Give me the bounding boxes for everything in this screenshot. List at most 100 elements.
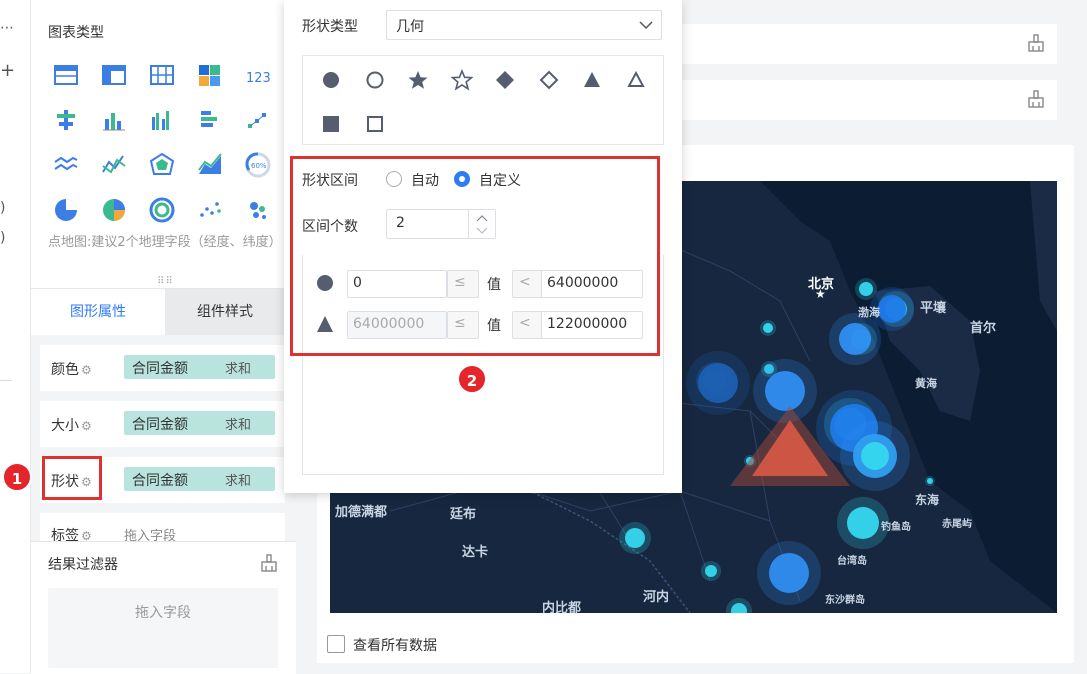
- clear-broom-icon[interactable]: [1027, 90, 1045, 112]
- map-point-circle[interactable]: [769, 553, 809, 593]
- clear-broom-icon[interactable]: [260, 554, 278, 576]
- map-point-circle[interactable]: [839, 323, 871, 355]
- detail-table-icon[interactable]: [149, 62, 175, 88]
- svg-text:123: 123: [246, 71, 271, 86]
- attribute-list: 颜色 ⚙ 合同金额 求和 大小 ⚙ 合同金额 求和 形状 ⚙ 合同金额 求和 标签 ⚙ …: [31, 335, 285, 541]
- map-label-bohai: 渤海: [858, 306, 880, 319]
- map-label-kathmandu: 加德满都: [335, 505, 388, 520]
- filled-triangle-icon[interactable]: [581, 69, 603, 91]
- map-point-circle[interactable]: [731, 603, 747, 613]
- map-point-circle[interactable]: [698, 363, 738, 403]
- property-tabs: 图形属性 组件样式: [31, 289, 285, 335]
- map-label-dhaka: 达卡: [462, 545, 489, 560]
- map-point-circle[interactable]: [705, 565, 717, 577]
- map-point-circle[interactable]: [625, 528, 645, 548]
- hollow-circle-icon[interactable]: [364, 69, 386, 91]
- gauge-icon[interactable]: 60%: [245, 152, 271, 178]
- map-point-circle[interactable]: [861, 442, 889, 470]
- stacked-horizontal-bar-icon[interactable]: [197, 107, 223, 133]
- add-icon[interactable]: +: [0, 60, 15, 81]
- pill-aggregation[interactable]: 求和: [225, 470, 251, 489]
- clear-broom-icon[interactable]: [1027, 34, 1045, 56]
- area-line-icon[interactable]: [53, 152, 79, 178]
- checkbox-box[interactable]: [327, 635, 345, 653]
- hollow-triangle-icon[interactable]: [625, 69, 647, 91]
- hollow-diamond-icon[interactable]: [538, 69, 560, 91]
- resize-grip-icon[interactable]: ⠿⠿: [157, 276, 174, 287]
- map-label-pingrang: 平壤: [920, 301, 947, 316]
- number-card-icon[interactable]: 123: [245, 62, 271, 88]
- annotation-box-2: [290, 156, 660, 356]
- view-all-label: 查看所有数据: [353, 638, 437, 654]
- map-point-circle[interactable]: [859, 282, 873, 296]
- paren-glyph-2: ): [0, 230, 6, 246]
- more-icon[interactable]: ⋯: [0, 20, 14, 36]
- map-point-circle[interactable]: [847, 507, 879, 539]
- area-icon[interactable]: [197, 152, 223, 178]
- map-label-east_sea: 东海: [915, 493, 940, 507]
- scatter-line-icon[interactable]: [245, 107, 271, 133]
- pie-icon[interactable]: [53, 197, 79, 223]
- map-point-circle[interactable]: [763, 323, 773, 333]
- filled-circle-icon[interactable]: [320, 69, 342, 91]
- gear-icon[interactable]: ⚙: [81, 419, 92, 433]
- table-icon[interactable]: [53, 62, 79, 88]
- grouped-bar-icon[interactable]: [149, 107, 175, 133]
- attr-row-size: 大小 ⚙ 合同金额 求和: [40, 401, 285, 447]
- multi-pie-icon[interactable]: [149, 197, 175, 223]
- filled-square-icon[interactable]: [320, 113, 342, 135]
- label-drop-hint[interactable]: 拖入字段: [124, 525, 176, 541]
- gear-icon[interactable]: ⚙: [81, 363, 92, 377]
- attr-color-label[interactable]: 颜色 ⚙: [51, 359, 92, 379]
- filled-diamond-icon[interactable]: [494, 69, 516, 91]
- tab-graphic-properties[interactable]: 图形属性: [31, 289, 165, 335]
- shape-type-label: 形状类型: [302, 19, 358, 35]
- scatter-icon[interactable]: [197, 197, 223, 223]
- japan-land: [1030, 181, 1057, 331]
- tab-component-style[interactable]: 组件样式: [165, 289, 285, 335]
- radar-icon[interactable]: [149, 152, 175, 178]
- treemap-icon[interactable]: [197, 62, 223, 88]
- paren-glyph-1: ): [0, 200, 6, 216]
- attr-row-label: 标签 ⚙ 拖入字段: [40, 513, 285, 541]
- attr-label-label[interactable]: 标签 ⚙: [51, 525, 92, 541]
- map-point-circle[interactable]: [765, 371, 805, 411]
- color-field-pill[interactable]: 合同金额 求和: [124, 355, 275, 379]
- pill-field-name: 合同金额: [132, 361, 188, 377]
- filter-drop-zone[interactable]: 拖入字段: [48, 588, 278, 668]
- line-icon[interactable]: [101, 152, 127, 178]
- hollow-star-icon[interactable]: [449, 68, 474, 91]
- pill-aggregation[interactable]: 求和: [225, 414, 251, 433]
- shape-field-pill[interactable]: 合同金额 求和: [124, 467, 275, 491]
- map-label-dongsha: 东沙群岛: [825, 595, 865, 606]
- map-label-hanoi: 河内: [643, 590, 670, 605]
- cross-table-icon[interactable]: [101, 62, 127, 88]
- annotation-badge-2: 2: [457, 364, 487, 394]
- attr-label-text: 标签: [51, 528, 79, 541]
- shape-type-select[interactable]: 几何: [386, 10, 662, 40]
- hollow-square-icon[interactable]: [364, 113, 386, 135]
- gear-icon[interactable]: ⚙: [81, 529, 92, 541]
- chart-type-hint: 点地图:建议2个地理字段（经度、纬度）: [48, 235, 282, 250]
- map-label-yellow_sea: 黄海: [915, 377, 937, 390]
- shape-type-value: 几何: [396, 19, 424, 35]
- attr-color-text: 颜色: [51, 362, 79, 378]
- map-point-triangle[interactable]: [730, 406, 850, 490]
- pill-aggregation[interactable]: 求和: [225, 358, 251, 377]
- stacked-bar-icon[interactable]: [53, 107, 79, 133]
- map-point-circle[interactable]: [878, 295, 906, 323]
- attr-size-text: 大小: [51, 418, 79, 434]
- strip-divider: [0, 380, 12, 381]
- map-label-ryukyu: 赤尾屿: [942, 519, 972, 530]
- map-point-circle[interactable]: [927, 478, 933, 484]
- size-field-pill[interactable]: 合同金额 求和: [124, 411, 275, 435]
- map-label-diaoyu: 钓鱼岛: [881, 522, 911, 533]
- view-all-data-checkbox[interactable]: 查看所有数据: [327, 635, 437, 655]
- bubble-icon[interactable]: [245, 197, 271, 223]
- result-filter-panel: 结果过滤器 拖入字段: [31, 541, 296, 674]
- bar-icon[interactable]: [101, 107, 127, 133]
- attr-size-label[interactable]: 大小 ⚙: [51, 415, 92, 435]
- filter-title: 结果过滤器: [48, 557, 118, 573]
- filled-star-icon[interactable]: [407, 69, 429, 91]
- rose-pie-icon[interactable]: [101, 197, 127, 223]
